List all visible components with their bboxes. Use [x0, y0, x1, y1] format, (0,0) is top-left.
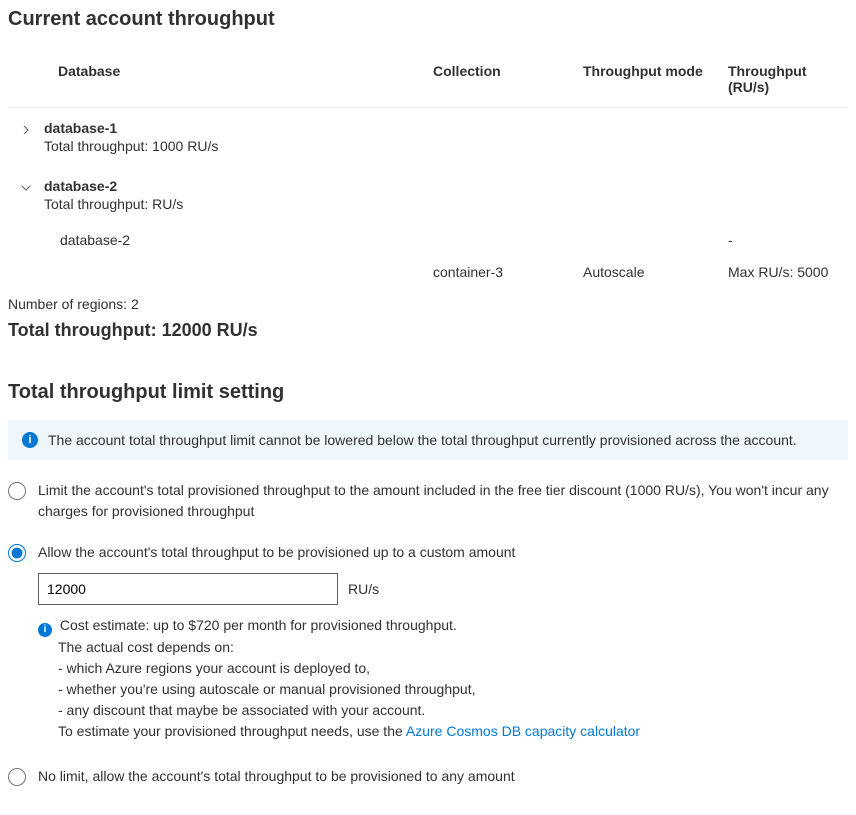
- database-subtext: Total throughput: 1000 RU/s: [44, 138, 433, 154]
- radio-no-limit-label[interactable]: No limit, allow the account's total thro…: [38, 766, 515, 787]
- info-icon: i: [22, 432, 38, 448]
- cost-estimate-line: To estimate your provisioned throughput …: [58, 723, 406, 739]
- radio-custom-amount-label[interactable]: Allow the account's total throughput to …: [38, 542, 515, 563]
- page-title-throughput: Current account throughput: [8, 8, 848, 31]
- cost-estimate-block: i Cost estimate: up to $720 per month fo…: [38, 615, 848, 742]
- radio-no-limit[interactable]: [8, 768, 26, 786]
- cell-throughput: -: [728, 232, 848, 248]
- column-header-database: Database: [8, 63, 433, 95]
- cost-estimate-line: The actual cost depends on:: [58, 637, 848, 658]
- info-banner: i The account total throughput limit can…: [8, 420, 848, 460]
- table-header: Database Collection Throughput mode Thro…: [8, 55, 848, 108]
- total-throughput: Total throughput: 12000 RU/s: [8, 320, 848, 341]
- cell-mode: [583, 232, 728, 248]
- cost-estimate-line: - whether you're using autoscale or manu…: [58, 679, 848, 700]
- cost-estimate-line: - which Azure regions your account is de…: [58, 658, 848, 679]
- radio-custom-amount[interactable]: [8, 544, 26, 562]
- cell-database: [8, 264, 433, 280]
- page-title-limit-setting: Total throughput limit setting: [8, 381, 848, 404]
- throughput-unit-label: RU/s: [348, 581, 379, 597]
- chevron-down-icon[interactable]: [8, 178, 44, 194]
- chevron-right-icon[interactable]: [8, 120, 44, 136]
- table-row: container-3 Autoscale Max RU/s: 5000: [8, 256, 848, 288]
- column-header-collection: Collection: [433, 63, 583, 95]
- database-subtext: Total throughput: RU/s: [44, 196, 433, 212]
- cell-mode: Autoscale: [583, 264, 728, 280]
- cell-collection: container-3: [433, 264, 583, 280]
- cell-throughput: Max RU/s: 5000: [728, 264, 848, 280]
- radio-free-tier-label[interactable]: Limit the account's total provisioned th…: [38, 480, 848, 522]
- info-banner-text: The account total throughput limit canno…: [48, 432, 797, 448]
- cost-estimate-line: - any discount that maybe be associated …: [58, 700, 848, 721]
- database-row[interactable]: database-2 Total throughput: RU/s: [8, 166, 848, 224]
- database-row[interactable]: database-1 Total throughput: 1000 RU/s: [8, 108, 848, 166]
- column-header-throughput: Throughput (RU/s): [728, 63, 848, 95]
- throughput-amount-input[interactable]: [38, 573, 338, 605]
- info-icon: i: [38, 623, 52, 637]
- cell-database: database-2: [8, 232, 433, 248]
- capacity-calculator-link[interactable]: Azure Cosmos DB capacity calculator: [406, 723, 640, 739]
- cost-estimate-headline: Cost estimate: up to $720 per month for …: [60, 617, 457, 633]
- radio-free-tier[interactable]: [8, 482, 26, 500]
- column-header-mode: Throughput mode: [583, 63, 728, 95]
- cell-collection: [433, 232, 583, 248]
- database-name: database-2: [44, 178, 433, 194]
- database-name: database-1: [44, 120, 433, 136]
- regions-count: Number of regions: 2: [8, 296, 848, 312]
- table-row: database-2 -: [8, 224, 848, 256]
